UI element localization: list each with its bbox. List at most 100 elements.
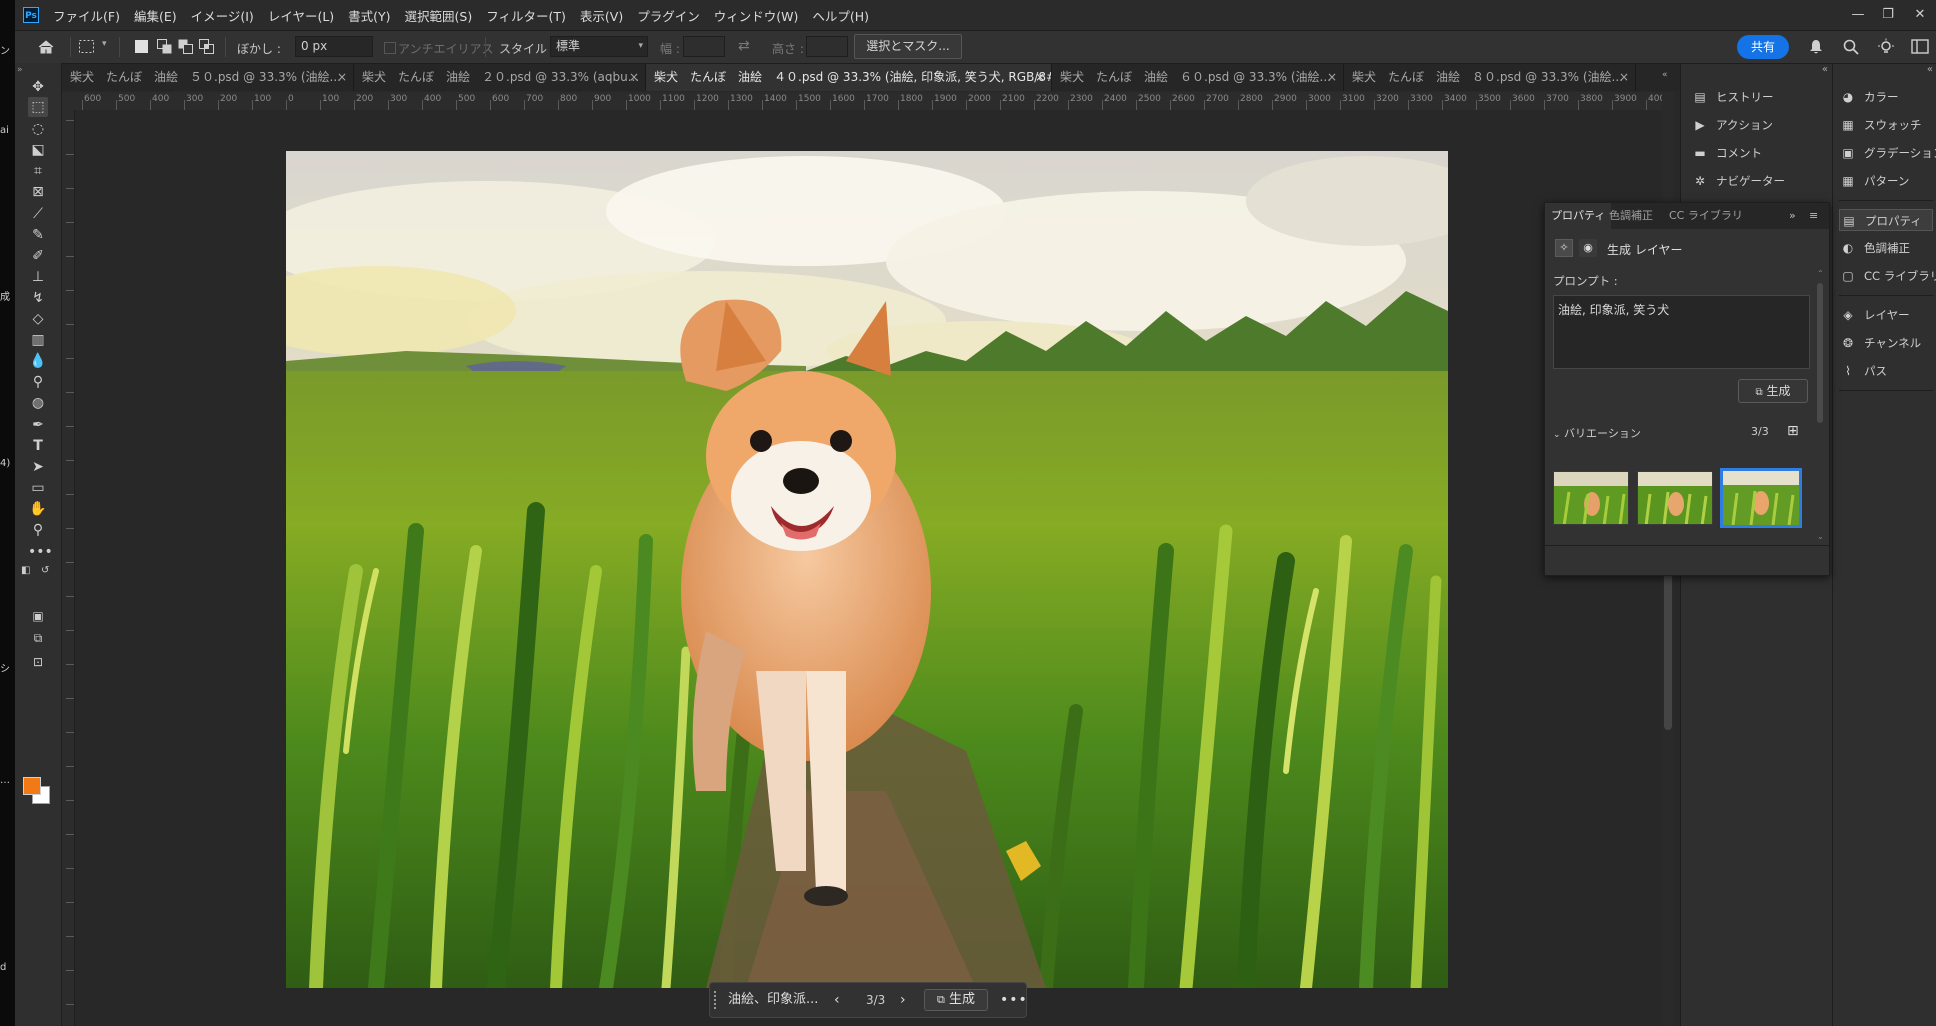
next-variation-icon[interactable]: › [900, 983, 906, 1017]
chevron-down-icon[interactable]: ▾ [102, 39, 107, 49]
tab-adjustments[interactable]: 色調補正 [1603, 203, 1659, 229]
close-window-button[interactable]: ✕ [1905, 4, 1935, 26]
document-tab[interactable]: 柴犬 たんぼ 油絵 ２０.psd @ 33.3% (aqbu... × [354, 64, 646, 91]
document-tab[interactable]: 柴犬 たんぼ 油絵 ８０.psd @ 33.3% (油絵... × [1344, 64, 1636, 91]
taskbar-prompt-field[interactable]: 油絵、印象派... [728, 983, 818, 1017]
properties-generate-button[interactable]: ⧉ 生成 [1738, 379, 1808, 403]
restore-button[interactable]: ❐ [1873, 4, 1903, 26]
panel-color[interactable]: ◕ カラー [1839, 86, 1933, 108]
panel-patterns[interactable]: ▦ パターン [1839, 170, 1933, 192]
eyedropper-tool-icon[interactable]: ⟋ [28, 204, 48, 224]
object-selection-tool-icon[interactable]: ⬕ [28, 140, 48, 160]
path-selection-tool-icon[interactable]: ➤ [28, 457, 48, 477]
intersect-selection-icon[interactable] [199, 39, 215, 54]
variations-header[interactable]: ⌄ バリエーション [1553, 425, 1641, 441]
swap-colors-icon[interactable]: ↺ [41, 565, 49, 576]
taskbar-generate-button[interactable]: ⧉ 生成 [924, 989, 988, 1011]
dodge-burn-tool-icon[interactable]: ◍ [28, 393, 48, 413]
grid-view-icon[interactable]: ⊞ [1787, 423, 1799, 439]
marquee-tool-preset-icon[interactable] [78, 39, 96, 55]
collapse-arrows-icon[interactable]: « [1662, 70, 1668, 80]
menu-help[interactable]: ヘルプ(H) [812, 6, 869, 25]
more-options-icon[interactable]: ••• [1000, 983, 1028, 1017]
document-tab[interactable]: 柴犬 たんぼ 油絵 ６０.psd @ 33.3% (油絵... × [1052, 64, 1344, 91]
gradient-tool-icon[interactable]: ▥ [28, 330, 48, 350]
generate-image-icon[interactable]: ⊡ [28, 652, 48, 672]
zoom-tool-icon[interactable]: ⚲ [28, 520, 48, 540]
discover-lightbulb-icon[interactable] [1877, 38, 1895, 56]
properties-scrollbar[interactable]: ⌃ ⌄ [1816, 269, 1824, 541]
crop-tool-icon[interactable]: ⌗ [28, 161, 48, 181]
menu-file[interactable]: ファイル(F) [53, 6, 120, 25]
menu-image[interactable]: イメージ(I) [191, 6, 254, 25]
spot-healing-tool-icon[interactable]: ✎ [28, 225, 48, 245]
height-input[interactable] [806, 36, 848, 57]
feather-input[interactable]: 0 px [295, 36, 373, 57]
variation-thumbnail-3-selected[interactable] [1720, 468, 1802, 528]
subtract-from-selection-icon[interactable] [178, 39, 194, 54]
menu-plugins[interactable]: プラグイン [637, 6, 700, 25]
antialias-checkbox[interactable] [384, 42, 396, 54]
panel-gradients[interactable]: ▣ グラデーション [1839, 142, 1936, 164]
pen-tool-icon[interactable]: ✒ [28, 415, 48, 435]
menu-edit[interactable]: 編集(E) [134, 6, 177, 25]
panel-comments[interactable]: ▬ コメント [1691, 142, 1785, 164]
photoshop-logo-icon[interactable]: Ps [23, 7, 39, 23]
expand-arrows-icon[interactable]: » [1789, 209, 1796, 222]
quick-mask-icon[interactable]: ▣ [28, 606, 48, 626]
panel-layers[interactable]: ◈ レイヤー [1839, 304, 1933, 326]
close-tab-icon[interactable]: × [629, 64, 639, 91]
dodge-tool-icon[interactable]: ⚲ [28, 372, 48, 392]
prompt-textarea[interactable]: 油絵, 印象派, 笑う犬 [1553, 295, 1810, 369]
drag-handle-icon[interactable] [714, 991, 720, 1009]
home-icon[interactable] [37, 38, 55, 56]
new-selection-icon[interactable] [135, 40, 148, 53]
menu-layer[interactable]: レイヤー(L) [268, 6, 334, 25]
lasso-tool-icon[interactable]: ◌ [28, 119, 48, 139]
panel-cc-libraries[interactable]: ▢ CC ライブラリ [1839, 265, 1936, 287]
menu-select[interactable]: 選択範囲(S) [405, 6, 473, 25]
eraser-tool-icon[interactable]: ◇ [28, 309, 48, 329]
brush-tool-icon[interactable]: ✐ [28, 246, 48, 266]
panel-properties[interactable]: ▤ プロパティ [1839, 209, 1933, 231]
screen-mode-icon[interactable]: ⧉ [28, 628, 48, 648]
rectangle-tool-icon[interactable]: ▭ [28, 478, 48, 498]
panel-adjustments[interactable]: ◐ 色調補正 [1839, 237, 1933, 259]
frame-tool-icon[interactable]: ⊠ [28, 182, 48, 202]
close-tab-icon[interactable]: × [1619, 64, 1629, 91]
menu-filter[interactable]: フィルター(T) [486, 6, 566, 25]
collapse-arrows-icon[interactable]: « [1927, 64, 1933, 75]
clone-stamp-tool-icon[interactable]: ⊥ [28, 267, 48, 287]
document-tab[interactable]: 柴犬 たんぼ 油絵 ５０.psd @ 33.3% (油絵... × [62, 64, 354, 91]
menu-view[interactable]: 表示(V) [580, 6, 623, 25]
collapse-arrows-icon[interactable]: « [1822, 64, 1828, 75]
close-tab-icon[interactable]: × [1035, 64, 1045, 91]
menu-window[interactable]: ウィンドウ(W) [714, 6, 799, 25]
document-tab-active[interactable]: 柴犬 たんぼ 油絵 ４０.psd @ 33.3% (油絵, 印象派, 笑う犬, … [646, 64, 1052, 91]
panel-navigator[interactable]: ✲ ナビゲーター [1691, 170, 1785, 192]
menu-type[interactable]: 書式(Y) [348, 6, 390, 25]
panel-menu-icon[interactable]: ≡ [1809, 209, 1818, 222]
workspace-icon[interactable] [1911, 39, 1929, 55]
panel-history[interactable]: ▤ ヒストリー [1691, 86, 1785, 108]
default-colors-icon[interactable]: ◧ [21, 565, 30, 576]
minimize-button[interactable]: — [1843, 4, 1873, 26]
hand-tool-icon[interactable]: ✋ [28, 499, 48, 519]
variation-thumbnail-1[interactable] [1553, 471, 1629, 525]
style-select[interactable]: 標準 ▾ [550, 36, 648, 57]
search-icon[interactable] [1843, 39, 1859, 55]
share-button[interactable]: 共有 [1737, 35, 1789, 59]
panel-paths[interactable]: ⌇ パス [1839, 360, 1933, 382]
close-tab-icon[interactable]: × [1327, 64, 1337, 91]
width-input[interactable] [683, 36, 725, 57]
artwork-shiba-in-rice-field[interactable] [286, 151, 1448, 988]
rectangular-marquee-tool-icon[interactable]: ⬚ [28, 97, 48, 117]
type-tool-icon[interactable]: T [28, 436, 48, 456]
panel-channels[interactable]: ❂ チャンネル [1839, 332, 1933, 354]
close-tab-icon[interactable]: × [337, 64, 347, 91]
tab-cc-libraries[interactable]: CC ライブラリ [1663, 203, 1749, 229]
variation-thumbnail-2[interactable] [1637, 471, 1713, 525]
more-tools-icon[interactable]: ••• [28, 542, 53, 562]
blur-tool-icon[interactable]: 💧 [28, 351, 48, 371]
previous-variation-icon[interactable]: ‹ [834, 983, 840, 1017]
